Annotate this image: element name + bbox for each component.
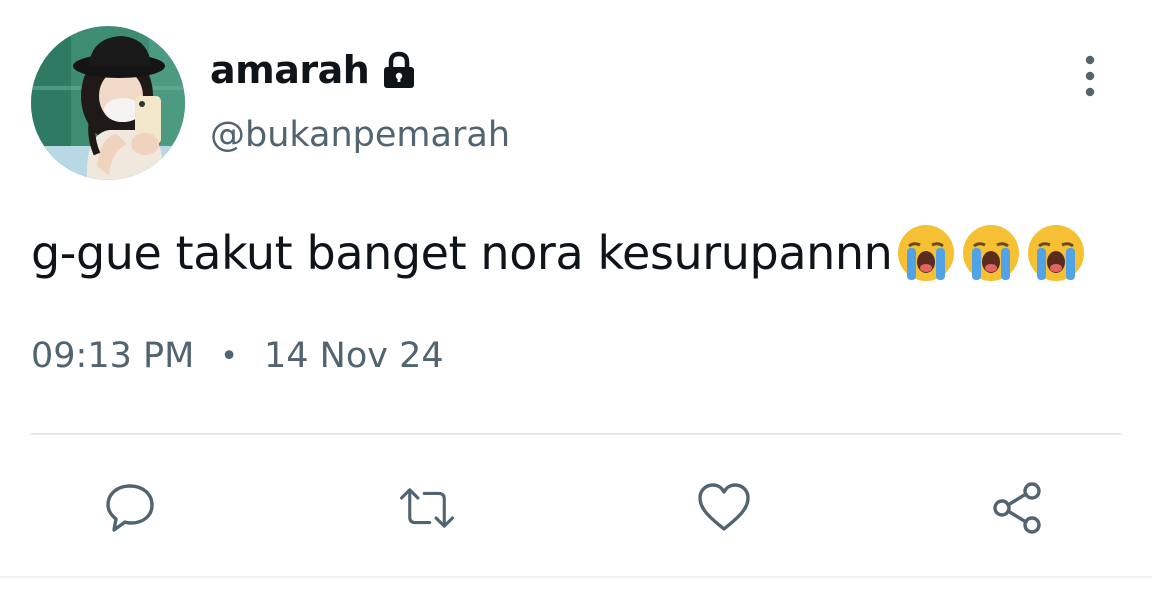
- meta-separator: •: [220, 338, 238, 374]
- tweet-card: amarah @bukanpemarah g-gue takut banget …: [0, 0, 1152, 597]
- tweet-text: g-gue takut banget nora kesurupannn: [31, 222, 1087, 284]
- like-button[interactable]: [694, 478, 754, 538]
- retweet-button[interactable]: [397, 478, 457, 538]
- tweet-body: g-gue takut banget nora kesurupannn: [31, 226, 893, 280]
- heart-icon: [698, 483, 750, 531]
- avatar-image: [31, 26, 185, 180]
- reply-button[interactable]: [100, 478, 160, 538]
- share-button[interactable]: [988, 478, 1048, 538]
- loudly-crying-face-icon: [960, 222, 1022, 284]
- tweet-time[interactable]: 09:13 PM: [31, 336, 194, 376]
- display-name[interactable]: amarah: [210, 48, 370, 92]
- loudly-crying-face-icon: [895, 222, 957, 284]
- display-name-row: amarah: [210, 44, 419, 96]
- loudly-crying-face-icon: [1025, 222, 1087, 284]
- retweet-icon: [400, 488, 454, 528]
- divider: [31, 433, 1121, 435]
- lock-icon: [379, 50, 419, 90]
- tweet-meta: 09:13 PM • 14 Nov 24: [31, 336, 444, 376]
- share-icon: [993, 482, 1041, 534]
- avatar[interactable]: [31, 26, 185, 180]
- comment-icon: [106, 484, 154, 532]
- user-handle[interactable]: @bukanpemarah: [210, 115, 510, 155]
- bottom-divider: [0, 576, 1152, 578]
- tweet-date[interactable]: 14 Nov 24: [264, 336, 444, 376]
- more-vertical-icon[interactable]: [1076, 54, 1104, 98]
